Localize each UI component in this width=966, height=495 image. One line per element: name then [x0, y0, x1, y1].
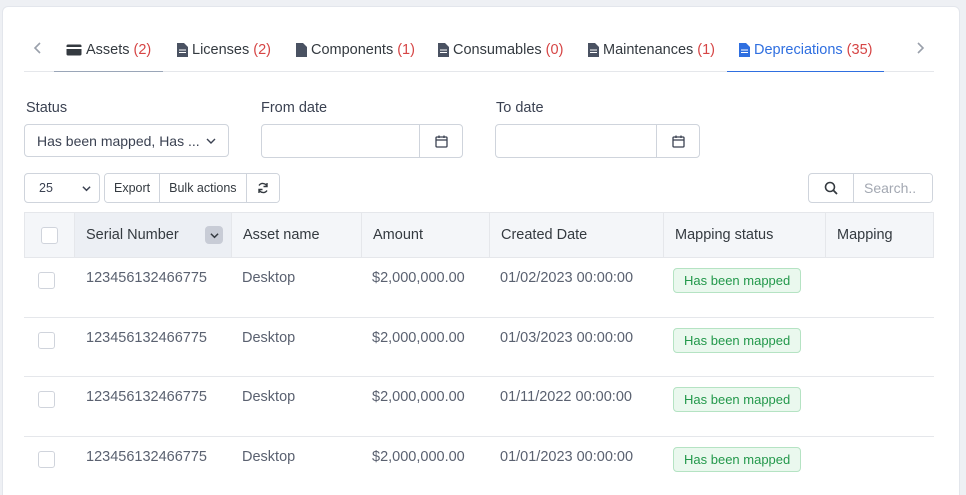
tab-label: Assets: [86, 41, 130, 58]
tab-count: (2): [253, 42, 271, 58]
page-size-value: 25: [39, 181, 53, 195]
file-icon: [177, 43, 188, 57]
tab-components[interactable]: Components (1): [294, 28, 417, 72]
status-select[interactable]: Has been mapped, Has ...: [24, 124, 229, 157]
row-checkbox[interactable]: [38, 450, 55, 468]
file-icon: [438, 43, 449, 57]
column-created-date[interactable]: Created Date: [490, 213, 664, 257]
mapping-status-badge: Has been mapped: [673, 387, 802, 412]
tab-bar: Assets (2) Licenses (2) Components (1) C…: [24, 28, 934, 72]
search-group: [808, 173, 933, 203]
column-header-label: Asset name: [243, 227, 320, 243]
status-filter-label: Status: [26, 100, 68, 116]
column-header-label: Serial Number: [86, 227, 179, 243]
tabs-scroll-left-icon[interactable]: [28, 38, 48, 58]
tab-label: Maintenances: [603, 42, 694, 58]
tab-label: Depreciations: [754, 41, 843, 58]
to-date-label: To date: [496, 100, 544, 116]
chevron-down-icon: [82, 186, 91, 192]
tab-count: (1): [397, 42, 415, 58]
column-mapping-status[interactable]: Mapping status: [664, 213, 826, 257]
tab-count: (1): [697, 42, 716, 58]
created-date-cell: 01/01/2023 00:00:00: [500, 448, 634, 465]
amount-cell: $2,000,000.00: [372, 270, 465, 286]
table-header: Serial Number Asset name Amount Created …: [24, 212, 934, 258]
created-date-cell: 01/03/2023 00:00:00: [500, 329, 634, 346]
tab-count: (0): [545, 42, 564, 58]
search-button[interactable]: [809, 174, 854, 202]
tab-licenses[interactable]: Licenses (2): [175, 28, 273, 72]
table-row: 123456132466775 Desktop $2,000,000.00 01…: [24, 377, 934, 437]
serial-number-cell: 123456132466775: [86, 329, 207, 346]
chevron-down-icon: [206, 138, 216, 144]
from-date-input[interactable]: [262, 125, 422, 157]
tab-label: Consumables: [453, 42, 542, 58]
table-row: 123456132466775 Desktop $2,000,000.00 01…: [24, 318, 934, 377]
created-date-cell: 01/02/2023 00:00:00: [500, 270, 634, 286]
tab-assets[interactable]: Assets (2): [54, 28, 164, 72]
sort-icon[interactable]: [205, 226, 223, 244]
select-all-checkbox[interactable]: [41, 226, 58, 244]
table-row: 123456132466775 Desktop $2,000,000.00 01…: [24, 437, 934, 495]
from-date-field[interactable]: [261, 124, 463, 158]
toolbar-button-group: Export Bulk actions: [104, 173, 280, 203]
asset-name-cell: Desktop: [242, 270, 296, 286]
table-row: 123456132466775 Desktop $2,000,000.00 01…: [24, 258, 934, 318]
tab-label: Components: [311, 42, 394, 58]
row-checkbox[interactable]: [38, 331, 55, 349]
amount-cell: $2,000,000.00: [372, 329, 465, 346]
from-date-label: From date: [261, 100, 328, 116]
column-amount[interactable]: Amount: [362, 213, 490, 257]
serial-number-cell: 123456132466775: [86, 448, 207, 465]
created-date-cell: 01/11/2022 00:00:00: [500, 389, 632, 405]
mapping-status-badge: Has been mapped: [673, 268, 802, 293]
refresh-button[interactable]: [245, 174, 279, 202]
file-icon: [739, 42, 750, 57]
status-select-value: Has been mapped, Has ...: [37, 132, 200, 149]
credit-card-icon: [66, 44, 82, 56]
tab-count: (35): [846, 41, 873, 58]
from-date-calendar-button[interactable]: [419, 125, 462, 157]
to-date-field[interactable]: [495, 124, 700, 158]
row-checkbox[interactable]: [38, 391, 55, 408]
serial-number-cell: 123456132466775: [86, 389, 207, 405]
asset-name-cell: Desktop: [242, 389, 296, 405]
column-header-label: Amount: [373, 227, 423, 243]
column-header-label: Created Date: [501, 227, 588, 243]
to-date-input[interactable]: [496, 125, 656, 157]
asset-name-cell: Desktop: [242, 448, 296, 465]
tab-count: (2): [133, 41, 152, 58]
amount-cell: $2,000,000.00: [372, 389, 465, 405]
row-checkbox[interactable]: [38, 272, 55, 289]
depreciations-table: Serial Number Asset name Amount Created …: [24, 212, 934, 495]
mapping-status-badge: Has been mapped: [673, 327, 802, 353]
column-mapping[interactable]: Mapping: [826, 213, 933, 257]
search-input[interactable]: [854, 174, 932, 202]
export-button[interactable]: Export: [105, 174, 160, 202]
column-asset-name[interactable]: Asset name: [232, 213, 362, 257]
tab-consumables[interactable]: Consumables (0): [436, 28, 565, 72]
to-date-calendar-button[interactable]: [656, 125, 699, 157]
tab-label: Licenses: [192, 42, 250, 58]
column-header-label: Mapping: [837, 227, 893, 243]
tab-depreciations[interactable]: Depreciations (35): [727, 28, 885, 72]
asset-name-cell: Desktop: [242, 329, 296, 346]
serial-number-cell: 123456132466775: [86, 270, 207, 286]
file-icon: [296, 43, 307, 57]
file-icon: [588, 43, 599, 57]
tab-maintenances[interactable]: Maintenances (1): [586, 28, 717, 72]
select-all-cell: [25, 213, 75, 257]
bulk-actions-button[interactable]: Bulk actions: [159, 174, 246, 202]
calendar-icon: [434, 135, 448, 148]
refresh-icon: [257, 182, 268, 194]
column-header-label: Mapping status: [675, 227, 774, 243]
page-size-select[interactable]: 25: [24, 173, 100, 203]
amount-cell: $2,000,000.00: [372, 448, 465, 465]
calendar-icon: [671, 135, 685, 148]
search-icon: [824, 181, 838, 195]
mapping-status-badge: Has been mapped: [673, 446, 802, 472]
tabs-scroll-right-icon[interactable]: [910, 38, 930, 58]
column-serial-number[interactable]: Serial Number: [75, 213, 232, 257]
